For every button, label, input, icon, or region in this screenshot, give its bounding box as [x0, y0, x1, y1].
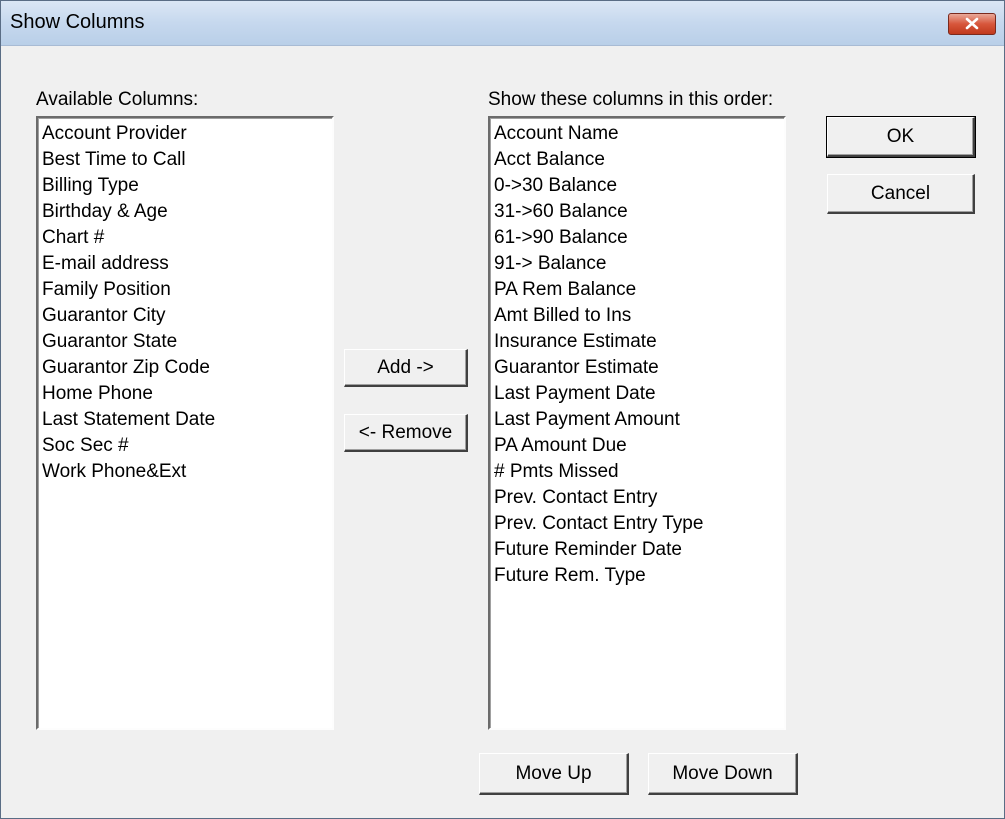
list-item[interactable]: Future Rem. Type — [494, 563, 780, 589]
list-item[interactable]: Prev. Contact Entry Type — [494, 511, 780, 537]
close-icon — [965, 17, 979, 30]
move-down-button[interactable]: Move Down — [648, 753, 798, 795]
title-bar[interactable]: Show Columns — [1, 1, 1004, 46]
list-item[interactable]: Work Phone&Ext — [42, 459, 328, 485]
close-button[interactable] — [948, 13, 996, 35]
list-item[interactable]: Last Payment Amount — [494, 407, 780, 433]
list-item[interactable]: Home Phone — [42, 381, 328, 407]
shown-columns-list[interactable]: Account Name Acct Balance 0->30 Balance 31-… — [488, 116, 786, 730]
shown-columns-label: Show these columns in this order: — [488, 89, 774, 110]
move-up-button[interactable]: Move Up — [479, 753, 629, 795]
list-item[interactable]: Chart # — [42, 225, 328, 251]
available-columns-list[interactable]: Account Provider Best Time to Call Billing… — [36, 116, 334, 730]
list-item[interactable]: 61->90 Balance — [494, 225, 780, 251]
window-title: Show Columns — [10, 11, 145, 33]
list-item[interactable]: Family Position — [42, 277, 328, 303]
list-item[interactable]: Birthday & Age — [42, 199, 328, 225]
list-item[interactable]: # Pmts Missed — [494, 459, 780, 485]
list-item[interactable]: Account Name — [494, 121, 780, 147]
list-item[interactable]: Amt Billed to Ins — [494, 303, 780, 329]
remove-button[interactable]: <- Remove — [344, 414, 468, 452]
list-item[interactable]: Best Time to Call — [42, 147, 328, 173]
list-item[interactable]: 31->60 Balance — [494, 199, 780, 225]
available-columns-label: Available Columns: — [36, 89, 199, 110]
list-item[interactable]: Soc Sec # — [42, 433, 328, 459]
list-item[interactable]: Last Payment Date — [494, 381, 780, 407]
list-item[interactable]: Future Reminder Date — [494, 537, 780, 563]
list-item[interactable]: Guarantor Estimate — [494, 355, 780, 381]
ok-button[interactable]: OK — [826, 116, 976, 158]
show-columns-dialog: Show Columns Available Columns: Account … — [0, 0, 1005, 819]
list-item[interactable]: Account Provider — [42, 121, 328, 147]
list-item[interactable]: Insurance Estimate — [494, 329, 780, 355]
list-item[interactable]: PA Amount Due — [494, 433, 780, 459]
list-item[interactable]: Guarantor Zip Code — [42, 355, 328, 381]
list-item[interactable]: Acct Balance — [494, 147, 780, 173]
list-item[interactable]: Billing Type — [42, 173, 328, 199]
add-button[interactable]: Add -> — [344, 349, 468, 387]
list-item[interactable]: E-mail address — [42, 251, 328, 277]
cancel-button[interactable]: Cancel — [827, 174, 975, 214]
list-item[interactable]: Guarantor State — [42, 329, 328, 355]
list-item[interactable]: PA Rem Balance — [494, 277, 780, 303]
list-item[interactable]: Prev. Contact Entry — [494, 485, 780, 511]
list-item[interactable]: 91-> Balance — [494, 251, 780, 277]
list-item[interactable]: Last Statement Date — [42, 407, 328, 433]
list-item[interactable]: Guarantor City — [42, 303, 328, 329]
list-item[interactable]: 0->30 Balance — [494, 173, 780, 199]
